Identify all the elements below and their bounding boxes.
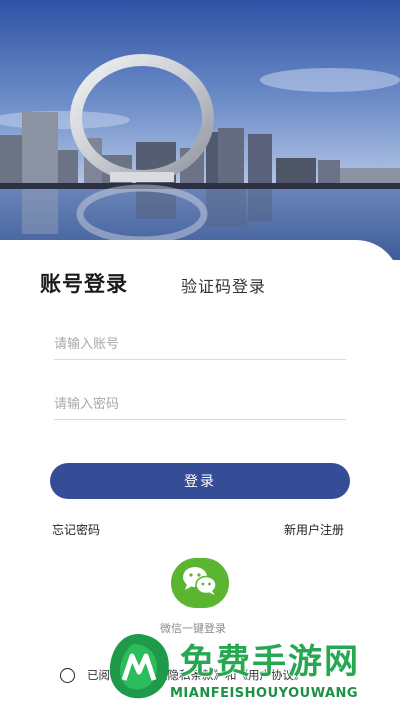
- agreement-row: 已阅读并同意《隐私条款》和《用户协议》: [60, 667, 306, 683]
- hero-image: [0, 0, 400, 260]
- agreement-and: 和: [225, 668, 237, 682]
- forgot-password-link[interactable]: 忘记密码: [52, 521, 100, 538]
- wechat-login-button[interactable]: [171, 558, 229, 608]
- agreement-prefix: 已阅读并同意: [87, 668, 156, 682]
- account-field: [54, 331, 346, 360]
- user-agreement-link[interactable]: 《用户协议》: [237, 668, 306, 682]
- register-link[interactable]: 新用户注册: [284, 521, 344, 538]
- password-input[interactable]: [54, 391, 346, 417]
- privacy-link[interactable]: 《隐私条款》: [156, 668, 225, 682]
- wechat-icon: [181, 565, 219, 601]
- wechat-login-label: 微信一键登录: [160, 622, 226, 635]
- account-input[interactable]: [54, 331, 346, 357]
- tab-code-login[interactable]: 验证码登录: [181, 273, 266, 297]
- login-button[interactable]: 登录: [50, 463, 350, 499]
- agreement-radio[interactable]: [60, 667, 75, 683]
- tab-account-login[interactable]: 账号登录: [40, 268, 128, 298]
- password-field: [54, 391, 346, 420]
- agreement-text: 已阅读并同意《隐私条款》和《用户协议》: [87, 667, 306, 683]
